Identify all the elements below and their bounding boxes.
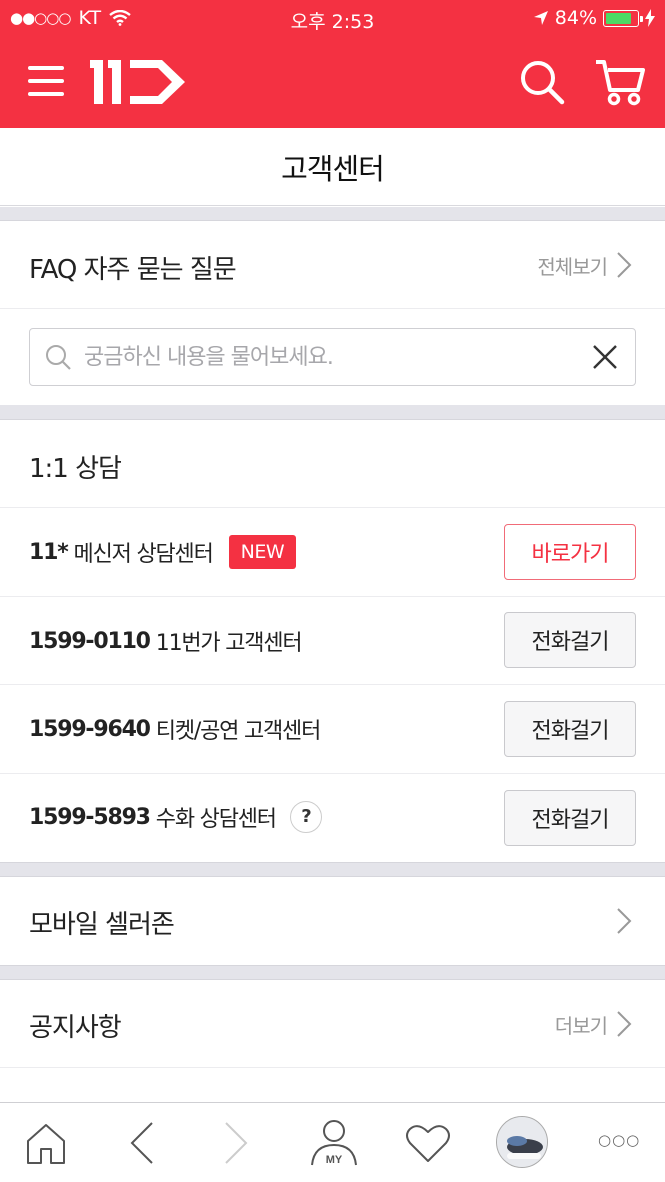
consult-row-sign-language: 1599-5893 수화 상담센터 ? 전화걸기 [0, 774, 665, 862]
help-icon[interactable]: ? [289, 801, 322, 833]
new-badge: NEW [228, 535, 297, 569]
product-image [497, 1117, 547, 1167]
seller-zone-link[interactable] [613, 906, 635, 936]
chevron-right-icon [617, 252, 632, 278]
contact-number: 1599-5893 [29, 804, 151, 830]
heart-icon[interactable] [402, 1117, 454, 1169]
battery-icon [603, 9, 643, 27]
notice-more-link[interactable]: 더보기 [555, 1009, 635, 1039]
section-divider [0, 207, 665, 221]
section-divider [0, 862, 665, 877]
my-page-button[interactable]: MY [306, 1117, 362, 1169]
battery-percent: 84% [554, 7, 597, 29]
contact-label: 1599-0110 11번가 고객센터 [29, 625, 303, 657]
11st-logo[interactable] [90, 56, 190, 108]
call-button[interactable]: 전화걸기 [504, 701, 636, 757]
location-arrow-icon [533, 11, 548, 25]
section-divider [0, 965, 665, 980]
search-icon[interactable] [518, 58, 566, 106]
close-icon[interactable] [591, 343, 619, 371]
faq-search-box [29, 328, 636, 386]
contact-number: 11* [29, 539, 69, 565]
seller-zone-title: 모바일 셀러존 [29, 910, 175, 940]
consult-row-messenger: 11* 메신저 상담센터 NEW 바로가기 [0, 508, 665, 597]
more-icon[interactable]: ○○○ [598, 1131, 640, 1149]
chevron-right-icon [617, 908, 632, 934]
contact-name: 티켓/공연 고객센터 [155, 719, 322, 744]
contact-label: 1599-9640 티켓/공연 고객센터 [29, 713, 322, 745]
contact-name: 메신저 상담센터 [73, 542, 214, 567]
contact-label: 1599-5893 수화 상담센터 ? [29, 801, 322, 833]
cart-icon[interactable] [594, 56, 646, 108]
search-icon [46, 345, 71, 370]
call-button[interactable]: 전화걸기 [504, 612, 636, 668]
contact-name: 11번가 고객센터 [155, 631, 303, 656]
go-messenger-button[interactable]: 바로가기 [504, 524, 636, 580]
consult-row-11st: 1599-0110 11번가 고객센터 전화걸기 [0, 597, 665, 685]
consult-header-row: 1:1 상담 [0, 420, 665, 508]
bottom-navigation: MY ○○○ [0, 1102, 665, 1182]
consult-row-ticket: 1599-9640 티켓/공연 고객센터 전화걸기 [0, 685, 665, 774]
faq-header-row: FAQ 자주 묻는 질문 전체보기 [0, 221, 665, 309]
home-icon[interactable] [20, 1117, 72, 1169]
app-header [0, 36, 665, 128]
section-divider [0, 405, 665, 420]
status-time: 오후 2:53 [290, 11, 375, 33]
forward-arrow-icon[interactable] [210, 1117, 262, 1169]
consult-title: 1:1 상담 [29, 454, 122, 484]
contact-label: 11* 메신저 상담센터 NEW [29, 535, 297, 569]
notice-header-row: 공지사항 더보기 [0, 980, 665, 1068]
page-title: 고객센터 [281, 151, 385, 186]
charging-bolt-icon [645, 9, 655, 27]
contact-number: 1599-0110 [29, 628, 151, 654]
view-all-label: 전체보기 [537, 254, 608, 279]
faq-search-input[interactable] [84, 337, 564, 377]
contact-number: 1599-9640 [29, 716, 151, 742]
user-icon: MY [311, 1120, 357, 1166]
call-button[interactable]: 전화걸기 [504, 790, 636, 846]
status-bar: ●●○○○ KT 오후 2:53 84% [0, 0, 665, 36]
contact-name: 수화 상담센터 [155, 807, 277, 832]
faq-view-all-link[interactable]: 전체보기 [537, 250, 635, 280]
notice-title: 공지사항 [29, 1013, 122, 1043]
chevron-right-icon [617, 1011, 632, 1037]
menu-button[interactable] [28, 66, 64, 96]
page-title-bar: 고객센터 [0, 128, 665, 206]
seller-zone-row[interactable]: 모바일 셀러존 [0, 877, 665, 965]
recent-item-thumbnail[interactable] [496, 1116, 548, 1168]
back-arrow-icon[interactable] [116, 1117, 168, 1169]
faq-title: FAQ 자주 묻는 질문 [29, 255, 237, 285]
my-label: MY [326, 1154, 343, 1166]
more-label: 더보기 [554, 1013, 608, 1038]
